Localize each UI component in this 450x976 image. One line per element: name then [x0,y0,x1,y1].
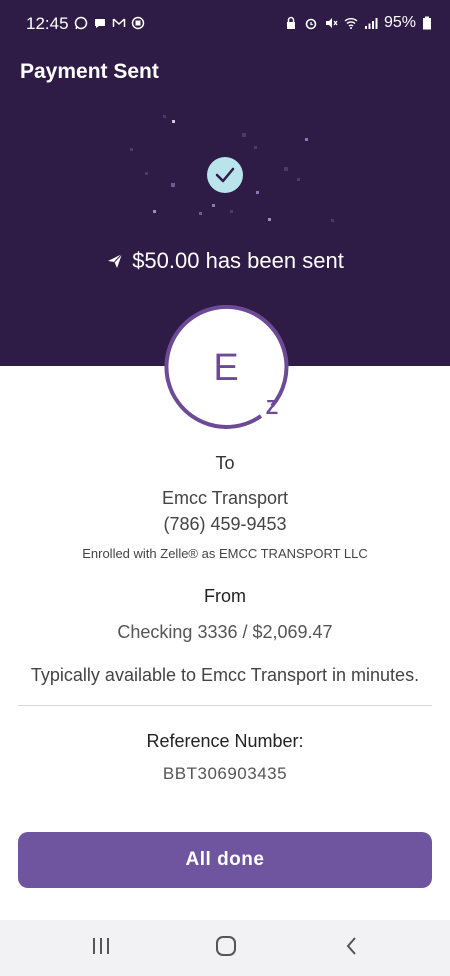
reference-label: Reference Number: [146,731,304,751]
to-label: To [215,453,235,473]
from-label: From [204,586,246,606]
amount-sent-message: $50.00 has been sent [0,248,450,274]
reference-number: BBT306903435 [162,764,288,783]
all-done-button[interactable]: All done [18,832,432,888]
paper-plane-icon [108,253,123,268]
source-account: Checking 3336 / $2,069.47 [117,622,333,642]
recent-apps-icon[interactable] [90,934,112,958]
home-icon[interactable] [214,934,238,958]
availability-note: Typically available to Emcc Transport in… [30,665,420,685]
back-icon[interactable] [342,934,362,958]
zelle-badge-icon: Z [265,397,279,419]
recipient-name: Emcc Transport [161,488,289,508]
enrollment-info: Enrolled with Zelle® as EMCC TRANSPORT L… [82,546,368,561]
system-nav-bar [0,920,450,976]
recipient-phone: (786) 459-9453 [163,514,287,534]
amount-sent-text: $50.00 has been sent [132,248,344,273]
divider [18,705,432,706]
check-circle-icon [207,157,243,193]
